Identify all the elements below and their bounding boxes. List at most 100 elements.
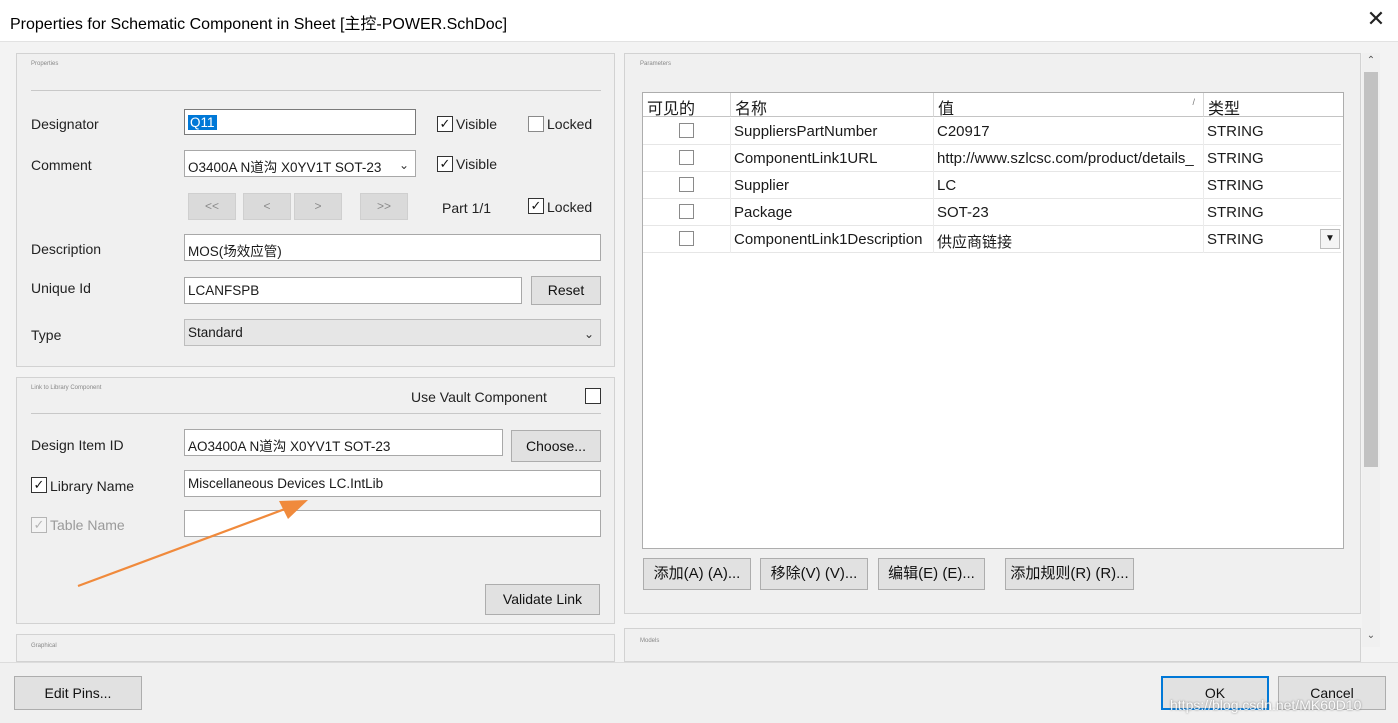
designator-input[interactable]: Q11 <box>184 109 416 135</box>
part-locked-checkbox[interactable]: ✓ <box>528 198 544 214</box>
sort-icon: / <box>1192 97 1195 107</box>
table-row[interactable]: SuppliersPartNumber C20917 STRING <box>643 118 1341 145</box>
row-visible-cell[interactable] <box>643 199 731 226</box>
next-part-button[interactable]: > <box>294 193 342 220</box>
row-visible-checkbox[interactable] <box>679 177 694 192</box>
designator-locked-label: Locked <box>547 116 593 132</box>
row-type-cell: STRING <box>1207 123 1264 140</box>
library-name-checkbox[interactable]: ✓ <box>31 477 47 493</box>
window-title: Properties for Schematic Component in Sh… <box>10 16 508 33</box>
table-row[interactable]: ComponentLink1Description 供应商链接 STRING ▼ <box>643 226 1341 253</box>
row-visible-checkbox[interactable] <box>679 204 694 219</box>
comment-value: O3400A N道沟 X0YV1T SOT-23 <box>188 160 382 175</box>
column-header-value-text: 值 <box>938 101 955 117</box>
row-value-cell[interactable]: http://www.szlcsc.com/product/details_ <box>934 145 1204 172</box>
title-bar: Properties for Schematic Component in Sh… <box>0 0 1398 42</box>
row-visible-checkbox[interactable] <box>679 231 694 246</box>
row-name-cell: SuppliersPartNumber <box>731 118 934 145</box>
last-part-button[interactable]: >> <box>360 193 408 220</box>
parameters-section-title: Parameters <box>640 61 672 67</box>
column-header-type[interactable]: 类型 <box>1204 93 1343 117</box>
row-value-cell[interactable]: C20917 <box>934 118 1204 145</box>
table-name-checkbox: ✓ <box>31 517 47 533</box>
column-header-name[interactable]: 名称 <box>731 93 934 117</box>
comment-label: Comment <box>31 157 92 173</box>
designator-value: Q11 <box>188 115 217 130</box>
watermark-text: https://blog.csdn.net/MK60D10 <box>1170 697 1362 713</box>
type-dropdown-icon[interactable]: ▼ <box>1320 229 1340 249</box>
row-name-cell: ComponentLink1URL <box>731 145 934 172</box>
table-row[interactable]: Package SOT-23 STRING <box>643 199 1341 226</box>
row-visible-cell[interactable] <box>643 226 731 253</box>
column-header-value[interactable]: 值 / <box>934 93 1204 117</box>
unique-id-input[interactable]: LCANFSPB <box>184 277 522 304</box>
comment-visible-label: Visible <box>456 156 497 172</box>
choose-button[interactable]: Choose... <box>511 430 601 462</box>
row-name-cell: Supplier <box>731 172 934 199</box>
designator-visible-checkbox[interactable]: ✓ <box>437 116 453 132</box>
design-item-id-input[interactable]: AO3400A N道沟 X0YV1T SOT-23 <box>184 429 503 456</box>
row-name-cell: Package <box>731 199 934 226</box>
scrollbar-thumb[interactable] <box>1364 72 1378 467</box>
row-type-cell: STRING <box>1207 150 1264 167</box>
type-label: Type <box>31 327 62 343</box>
comment-visible-checkbox[interactable]: ✓ <box>437 156 453 172</box>
models-panel <box>624 628 1361 662</box>
design-item-id-label: Design Item ID <box>31 437 124 453</box>
table-row[interactable]: ComponentLink1URL http://www.szlcsc.com/… <box>643 145 1341 172</box>
add-rule-button[interactable]: 添加规则(R) (R)... <box>1005 558 1134 590</box>
designator-label: Designator <box>31 116 99 132</box>
row-value-cell[interactable]: 供应商链接 <box>934 226 1204 253</box>
table-row[interactable]: Supplier LC STRING <box>643 172 1341 199</box>
annotation-arrow-head <box>279 500 308 519</box>
chevron-down-icon: ⌄ <box>583 327 594 341</box>
row-visible-cell[interactable] <box>643 172 731 199</box>
prev-part-button[interactable]: < <box>243 193 291 220</box>
row-type-cell: STRING <box>1207 177 1264 194</box>
reset-button[interactable]: Reset <box>531 276 601 305</box>
unique-id-value: LCANFSPB <box>188 283 260 298</box>
row-visible-checkbox[interactable] <box>679 150 694 165</box>
scroll-down-icon[interactable]: ⌄ <box>1362 630 1380 646</box>
description-label: Description <box>31 241 102 257</box>
designator-locked-checkbox[interactable] <box>528 116 544 132</box>
row-value-cell[interactable]: SOT-23 <box>934 199 1204 226</box>
description-input[interactable]: MOS(场效应管) <box>184 234 601 261</box>
graphical-section-title: Graphical <box>31 643 57 649</box>
design-item-id-value: AO3400A N道沟 X0YV1T SOT-23 <box>188 439 391 454</box>
properties-section-title: Properties <box>31 61 59 67</box>
validate-link-button[interactable]: Validate Link <box>485 584 600 615</box>
type-value: Standard <box>188 325 243 340</box>
close-icon[interactable]: ✕ <box>1360 4 1392 36</box>
type-combobox[interactable]: Standard ⌄ <box>184 319 601 346</box>
annotation-arrow <box>77 500 308 588</box>
annotation-arrow-line <box>77 507 286 588</box>
library-link-divider <box>31 413 601 414</box>
row-visible-cell[interactable] <box>643 145 731 172</box>
edit-parameter-button[interactable]: 编辑(E) (E)... <box>878 558 985 590</box>
scroll-up-icon[interactable]: ⌃ <box>1362 55 1380 71</box>
row-visible-checkbox[interactable] <box>679 123 694 138</box>
use-vault-label: Use Vault Component <box>411 389 547 405</box>
unique-id-label: Unique Id <box>31 280 91 296</box>
row-value-cell[interactable]: LC <box>934 172 1204 199</box>
parameters-grid[interactable]: 可见的 名称 值 / 类型 SuppliersPartNumber C20917… <box>642 92 1344 549</box>
models-section-title: Models <box>640 638 660 644</box>
part-count-label: Part 1/1 <box>442 200 492 216</box>
use-vault-checkbox[interactable] <box>585 388 601 404</box>
row-name-cell: ComponentLink1Description <box>731 226 934 253</box>
chevron-down-icon: ⌄ <box>398 158 409 172</box>
properties-divider <box>31 90 601 91</box>
designator-visible-label: Visible <box>456 116 497 132</box>
add-parameter-button[interactable]: 添加(A) (A)... <box>643 558 751 590</box>
library-link-section-title: Link to Library Component <box>31 385 102 391</box>
column-header-visible[interactable]: 可见的 <box>643 93 731 117</box>
first-part-button[interactable]: << <box>188 193 236 220</box>
part-locked-label: Locked <box>547 199 593 215</box>
comment-combobox[interactable]: O3400A N道沟 X0YV1T SOT-23 ⌄ <box>184 150 416 177</box>
remove-parameter-button[interactable]: 移除(V) (V)... <box>760 558 868 590</box>
description-value: MOS(场效应管) <box>188 244 282 259</box>
row-visible-cell[interactable] <box>643 118 731 145</box>
row-type-cell: STRING <box>1207 204 1264 221</box>
edit-pins-button[interactable]: Edit Pins... <box>14 676 142 710</box>
